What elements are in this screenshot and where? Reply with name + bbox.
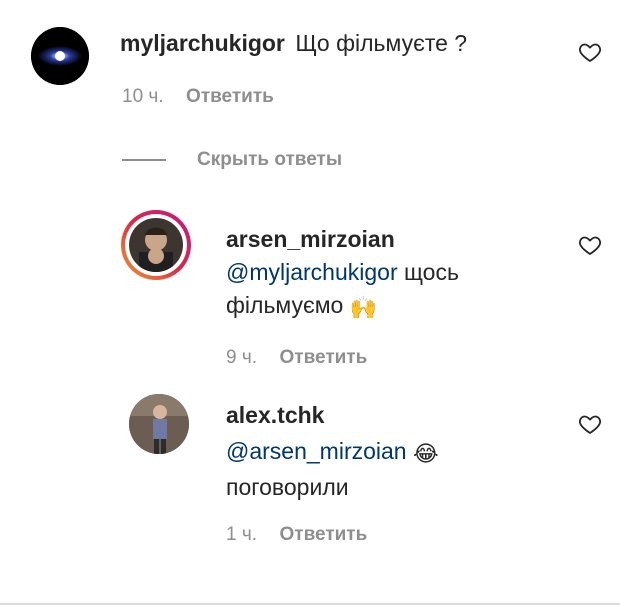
heart-outline-icon [579,43,601,62]
avatar-arsen-mirzoian[interactable] [121,210,191,280]
raising-hands-emoji: 🙌 [349,295,378,320]
like-button-comment[interactable] [578,40,602,69]
comment-text: Що фільмуєте ? [295,30,468,56]
reply2-text: поговорили [226,474,349,500]
avatar-photo [129,218,183,272]
reply2-username[interactable]: alex.tchk [226,397,546,433]
hide-replies-button[interactable]: Скрыть ответы [197,149,342,170]
like-button-reply1[interactable] [578,233,602,262]
reply2-mention-link[interactable]: @arsen_mirzoian [226,438,407,464]
reply1-reply-button[interactable]: Ответить [279,347,367,368]
comment-time: 10 ч. [122,86,164,107]
reply2-time: 1 ч. [226,524,258,545]
reply2-reply-button[interactable]: Ответить [279,524,367,545]
reply1-text-part1: щось [397,259,459,285]
tears-of-joy-emoji: 😂 [412,441,439,466]
reply1-text-part2: фільмуємо [226,292,344,318]
like-button-reply2[interactable] [578,412,602,441]
heart-outline-icon [579,236,601,255]
avatar-alex-tchk[interactable] [129,394,189,454]
reply1-mention-link[interactable]: @myljarchukigor [226,259,398,285]
comment-reply-button[interactable]: Ответить [186,86,274,107]
avatar-eye-image [31,27,89,85]
avatar-photo [129,394,189,454]
reply1-username[interactable]: arsen_mirzoian [226,223,546,256]
heart-outline-icon [579,415,601,434]
avatar-myljarchukigor[interactable] [31,27,89,85]
hide-replies-divider [122,159,166,161]
reply1-time: 9 ч. [226,347,258,368]
comment-username[interactable]: myljarchukigor [120,30,285,56]
